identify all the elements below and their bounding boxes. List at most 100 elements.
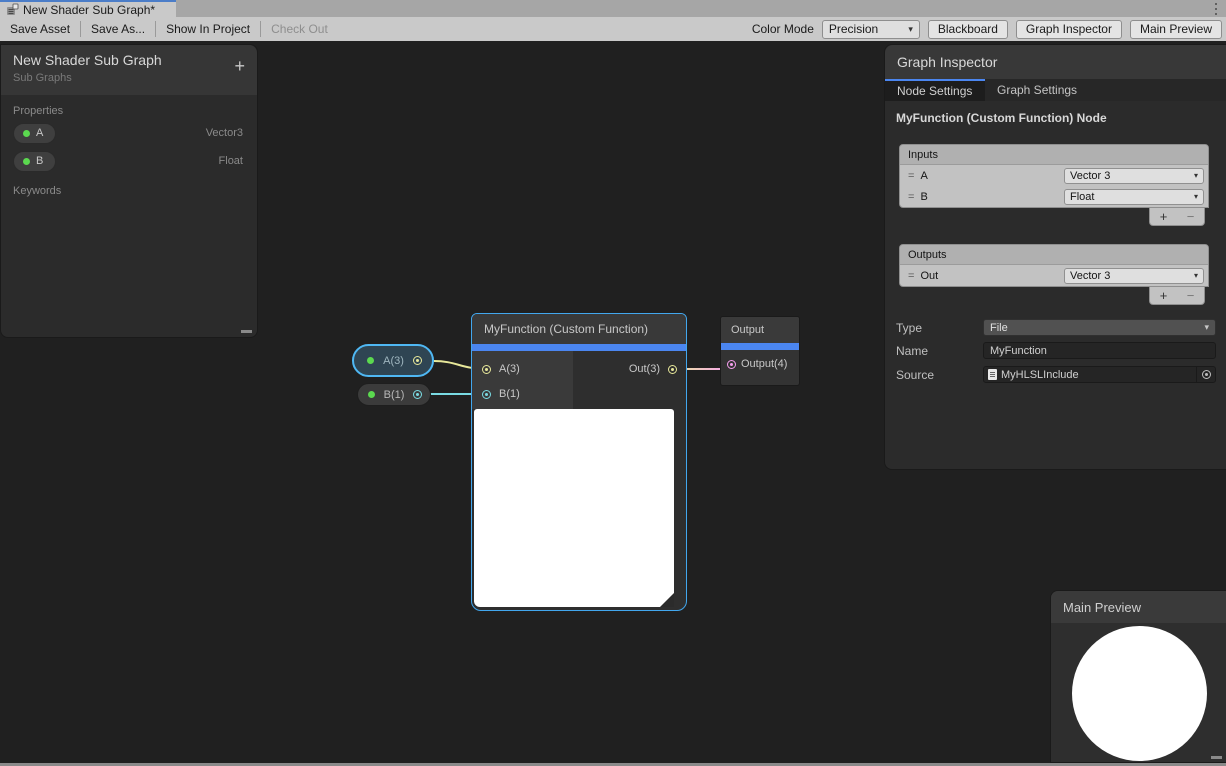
remove-input-button[interactable]: −: [1187, 209, 1195, 224]
output-port-icon[interactable]: [413, 390, 422, 399]
color-mode-dropdown[interactable]: Precision ▾: [822, 20, 920, 39]
input-a-type-dropdown[interactable]: Vector 3 ▾: [1064, 168, 1204, 184]
object-picker-button[interactable]: [1196, 367, 1215, 382]
inputs-list: Inputs = A Vector 3 ▾ = B Float ▾: [899, 144, 1209, 208]
property-dot-icon: [23, 158, 30, 165]
toolbar: Save Asset Save As... Show In Project Ch…: [0, 17, 1226, 41]
property-node-b[interactable]: B(1): [357, 383, 431, 406]
name-label: Name: [896, 344, 983, 358]
blackboard-panel: New Shader Sub Graph Sub Graphs + Proper…: [0, 44, 258, 338]
property-type-b: Float: [219, 155, 243, 167]
chevron-down-icon: ▾: [1194, 171, 1198, 180]
main-preview-title: Main Preview: [1051, 591, 1226, 623]
output-port-icon[interactable]: [413, 356, 422, 365]
keywords-section-label: Keywords: [1, 175, 257, 199]
type-dropdown[interactable]: File ▾: [983, 319, 1216, 336]
property-pill-a[interactable]: A: [13, 123, 56, 144]
node-title[interactable]: Output: [721, 317, 799, 343]
port-icon[interactable]: [668, 365, 677, 374]
name-input[interactable]: MyFunction: [983, 342, 1216, 359]
input-b-type-dropdown[interactable]: Float ▾: [1064, 189, 1204, 205]
drag-handle-icon[interactable]: =: [908, 170, 913, 182]
add-output-button[interactable]: +: [1160, 288, 1168, 303]
name-field-row: Name MyFunction: [896, 342, 1216, 359]
preview-collapse-handle[interactable]: [660, 593, 674, 607]
outputs-list-header: Outputs: [900, 245, 1208, 265]
tab-graph-settings[interactable]: Graph Settings: [985, 79, 1089, 101]
subgraph-icon: [6, 3, 19, 16]
blackboard-title: New Shader Sub Graph: [13, 52, 245, 68]
node-title[interactable]: MyFunction (Custom Function): [472, 314, 686, 344]
window-menu-icon[interactable]: [1214, 3, 1218, 15]
property-row-b[interactable]: B Float: [1, 147, 257, 175]
inputs-row-b[interactable]: = B Float ▾: [900, 186, 1208, 207]
property-node-a[interactable]: A(3): [352, 344, 434, 377]
port-icon[interactable]: [482, 365, 491, 374]
port-icon[interactable]: [727, 360, 736, 369]
chevron-down-icon: ▾: [908, 24, 913, 35]
drag-handle-icon[interactable]: =: [908, 270, 913, 282]
chevron-down-icon: ▾: [1204, 322, 1209, 333]
shader-preview-sphere[interactable]: [1072, 626, 1207, 761]
source-label: Source: [896, 368, 983, 382]
property-dot-icon: [368, 391, 375, 398]
outputs-list-footer: + −: [1149, 287, 1205, 305]
blackboard-toggle-button[interactable]: Blackboard: [928, 20, 1008, 39]
document-tab[interactable]: New Shader Sub Graph*: [0, 0, 176, 17]
inspector-node-heading: MyFunction (Custom Function) Node: [896, 111, 1107, 125]
inputs-row-a[interactable]: = A Vector 3 ▾: [900, 165, 1208, 186]
property-dot-icon: [23, 130, 30, 137]
custom-function-node[interactable]: MyFunction (Custom Function) A(3) B(1) O…: [471, 313, 687, 611]
main-preview-panel: Main Preview: [1050, 590, 1226, 763]
chevron-down-icon: ▾: [1194, 271, 1198, 280]
node-preview: [474, 409, 674, 607]
inputs-list-footer: + −: [1149, 208, 1205, 226]
drag-handle-icon[interactable]: =: [908, 191, 913, 203]
properties-section-label: Properties: [1, 95, 257, 119]
input-port-a[interactable]: A(3): [482, 358, 520, 380]
color-mode-label: Color Mode: [752, 22, 814, 36]
blackboard-resize-handle[interactable]: [241, 330, 252, 333]
input-port-output[interactable]: Output(4): [727, 358, 787, 370]
window-tab-strip: New Shader Sub Graph*: [0, 0, 1226, 17]
save-asset-button[interactable]: Save Asset: [0, 17, 80, 41]
output-out-type-dropdown[interactable]: Vector 3 ▾: [1064, 268, 1204, 284]
outputs-row-out[interactable]: = Out Vector 3 ▾: [900, 265, 1208, 286]
chevron-down-icon: ▾: [1194, 192, 1198, 201]
file-icon: [988, 369, 997, 380]
property-row-a[interactable]: A Vector3: [1, 119, 257, 147]
type-label: Type: [896, 321, 983, 335]
save-as-button[interactable]: Save As...: [81, 17, 155, 41]
blackboard-subtitle: Sub Graphs: [13, 72, 245, 84]
graph-inspector-panel: Graph Inspector Node Settings Graph Sett…: [884, 44, 1226, 470]
check-out-button: Check Out: [261, 17, 338, 41]
remove-output-button[interactable]: −: [1187, 288, 1195, 303]
source-field-row: Source MyHLSLInclude: [896, 366, 1216, 383]
output-node[interactable]: Output Output(4): [720, 316, 800, 386]
main-preview-toggle-button[interactable]: Main Preview: [1130, 20, 1222, 39]
target-icon: [1202, 370, 1211, 379]
outputs-list: Outputs = Out Vector 3 ▾: [899, 244, 1209, 287]
property-dot-icon: [367, 357, 374, 364]
property-type-a: Vector3: [206, 127, 243, 139]
blackboard-header: New Shader Sub Graph Sub Graphs +: [1, 45, 257, 95]
port-icon[interactable]: [482, 390, 491, 399]
preview-resize-handle[interactable]: [1211, 756, 1222, 759]
add-input-button[interactable]: +: [1160, 209, 1168, 224]
node-accent-bar: [472, 344, 686, 351]
node-ports: Output(4): [721, 350, 799, 386]
type-field-row: Type File ▾: [896, 319, 1216, 336]
inputs-list-header: Inputs: [900, 145, 1208, 165]
input-port-b[interactable]: B(1): [482, 383, 520, 405]
node-ports: A(3) B(1) Out(3): [472, 351, 686, 409]
source-object-field[interactable]: MyHLSLInclude: [983, 366, 1216, 383]
show-in-project-button[interactable]: Show In Project: [156, 17, 260, 41]
add-property-button[interactable]: +: [234, 57, 245, 75]
property-pill-b[interactable]: B: [13, 151, 56, 172]
tab-title: New Shader Sub Graph*: [23, 3, 155, 17]
output-port-out[interactable]: Out(3): [629, 358, 677, 380]
graph-inspector-toggle-button[interactable]: Graph Inspector: [1016, 20, 1122, 39]
inspector-tabs: Node Settings Graph Settings: [885, 79, 1226, 101]
tab-node-settings[interactable]: Node Settings: [885, 79, 985, 101]
inspector-title: Graph Inspector: [885, 45, 1226, 79]
